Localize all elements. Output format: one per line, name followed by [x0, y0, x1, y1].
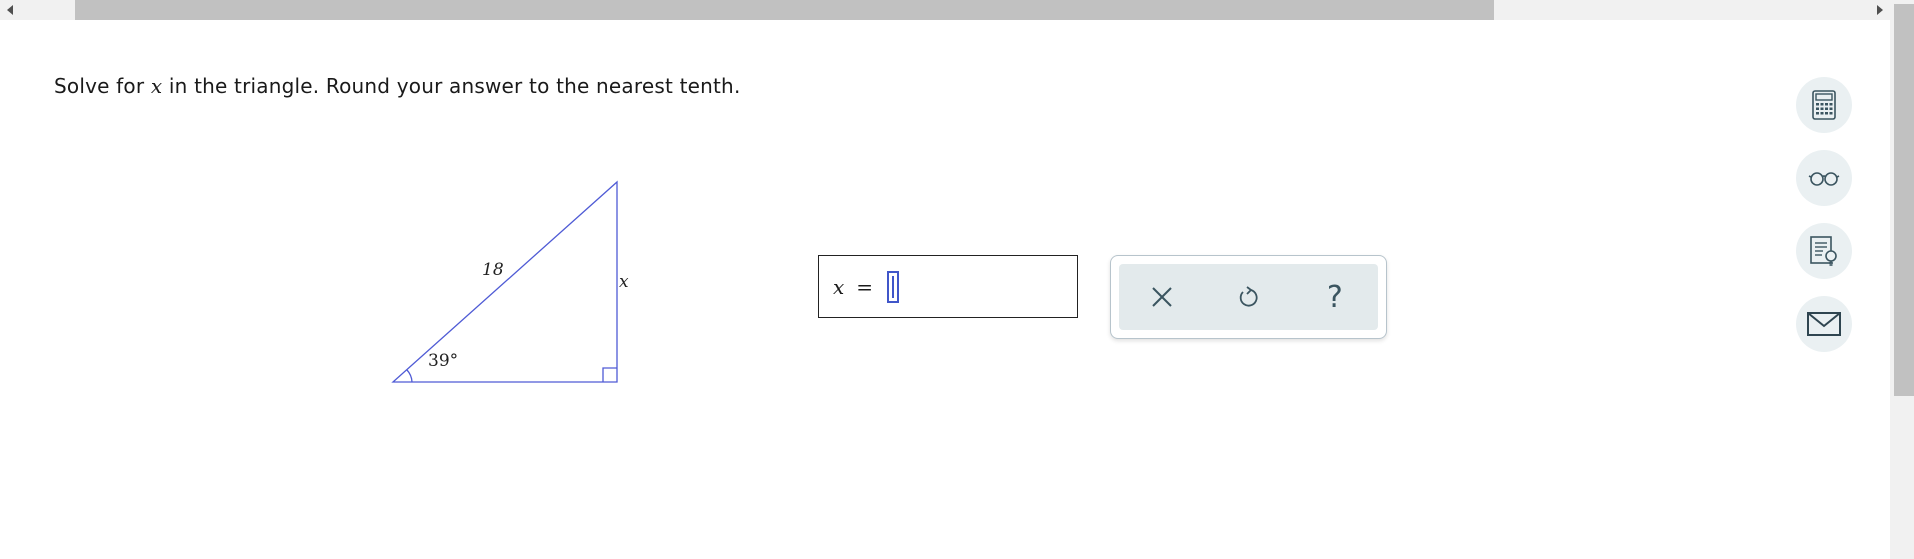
glasses-icon [1808, 172, 1840, 186]
horizontal-scrollbar[interactable] [0, 0, 1890, 20]
calculator-icon [1812, 90, 1836, 120]
triangle-diagram [391, 180, 618, 383]
answer-entry-field[interactable] [887, 270, 900, 303]
horizontal-scroll-thumb[interactable] [75, 0, 1494, 20]
hypotenuse-label: 18 [482, 260, 504, 280]
scroll-right-arrow[interactable] [1870, 0, 1890, 20]
calculator-button[interactable] [1796, 77, 1852, 133]
side-toolbar [1796, 77, 1852, 369]
help-icon: ? [1326, 279, 1343, 315]
angle-arc [406, 369, 413, 383]
scroll-left-arrow[interactable] [0, 0, 20, 20]
triangle-figure: 18 x 39° [380, 170, 640, 390]
angle-label: 39° [428, 351, 459, 371]
triangle-shape [391, 180, 618, 383]
textbook-button[interactable] [1796, 223, 1852, 279]
textbook-icon [1810, 236, 1837, 266]
mail-button[interactable] [1796, 296, 1852, 352]
clear-button[interactable] [1142, 277, 1182, 317]
help-button[interactable]: ? [1315, 277, 1355, 317]
glasses-button[interactable] [1796, 150, 1852, 206]
answer-variable: x [833, 274, 845, 299]
question-text: Solve for x in the triangle. Round your … [54, 74, 741, 98]
close-icon [1152, 287, 1172, 307]
undo-icon [1240, 286, 1258, 307]
mail-icon [1807, 312, 1841, 336]
answer-tools-bar: ? [1119, 264, 1378, 330]
equals-sign: = [856, 274, 874, 299]
answer-input[interactable]: x = [818, 255, 1078, 318]
vertical-scroll-thumb[interactable] [1894, 4, 1914, 396]
answer-tools-panel: ? [1110, 255, 1387, 339]
question-part2: in the triangle. Round your answer to th… [162, 74, 741, 98]
question-variable: x [150, 74, 163, 98]
question-part1: Solve for [54, 74, 151, 98]
vertical-scrollbar[interactable] [1890, 0, 1914, 559]
undo-button[interactable] [1228, 277, 1268, 317]
side-x-label: x [619, 272, 629, 292]
right-angle-marker [602, 367, 617, 382]
